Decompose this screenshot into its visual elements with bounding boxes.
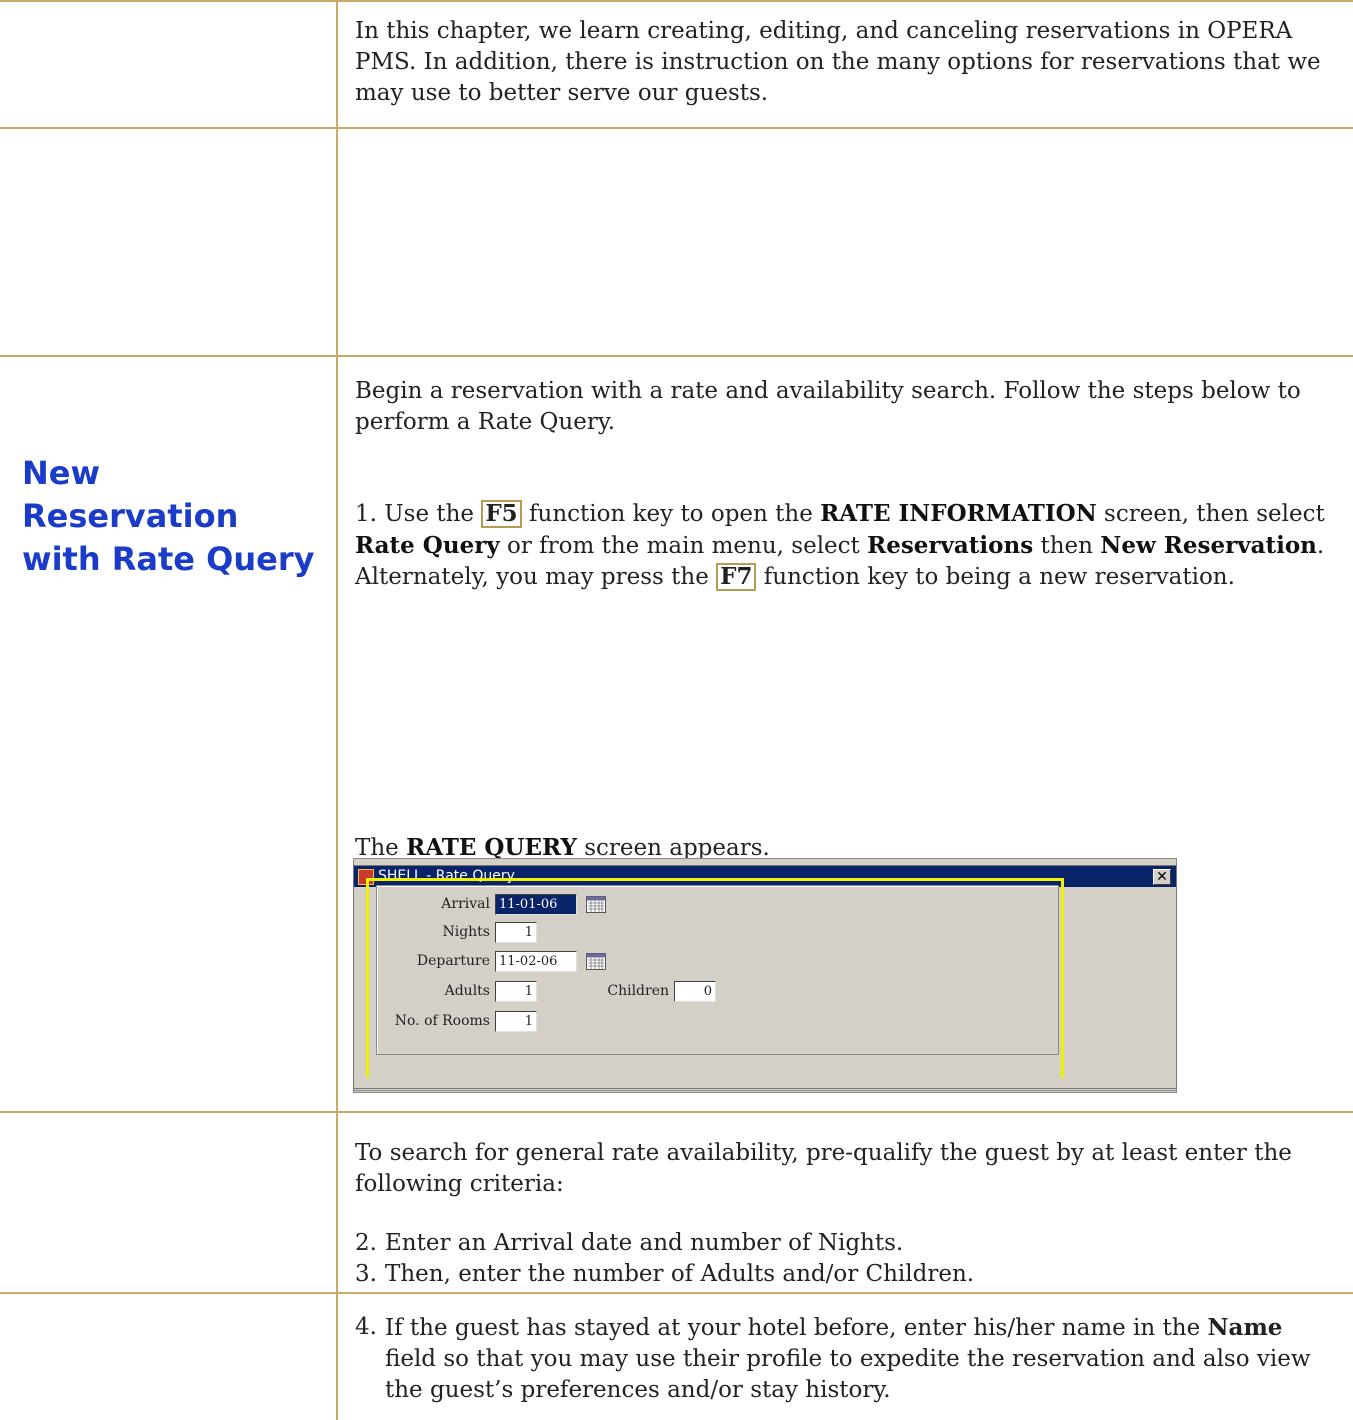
children-input[interactable]: 0	[674, 981, 716, 1002]
departure-input[interactable]: 11-02-06	[495, 951, 577, 972]
children-label: Children	[607, 983, 669, 999]
lead-paragraph: Begin a reservation with a rate and avai…	[355, 378, 1301, 435]
adults-label: Adults	[444, 983, 490, 999]
departure-label: Departure	[416, 953, 490, 969]
arrival-input[interactable]: 11-01-06	[495, 894, 577, 915]
close-icon[interactable]: ✕	[1153, 869, 1171, 885]
step-4: 4. If the guest has stayed at your hotel …	[355, 1312, 1335, 1406]
section-heading: New Reservation with Rate Query	[22, 454, 315, 578]
nights-label: Nights	[442, 924, 490, 940]
table-rule	[0, 0, 1353, 2]
nights-input[interactable]: 1	[495, 922, 537, 943]
list-item: 4. If the guest has stayed at your hotel …	[355, 1314, 1311, 1403]
f5-key: F5	[481, 500, 522, 528]
table-rule	[0, 355, 1353, 357]
adults-input[interactable]: 1	[495, 981, 537, 1002]
rooms-label: No. of Rooms	[394, 1013, 490, 1029]
table-rule	[0, 1111, 1353, 1113]
criteria-steps: 2. Enter an Arrival date and number of Ni…	[355, 1228, 1335, 1290]
criteria-paragraph: To search for general rate availability,…	[355, 1140, 1292, 1197]
table-rule	[0, 1292, 1353, 1294]
form-body: Arrival 11-01-06 Nights 1 Departure 11-0…	[353, 878, 1177, 1089]
arrival-label: Arrival	[441, 896, 490, 912]
table-rule	[0, 127, 1353, 129]
step-1-paragraph: 1. Use the F5 function key to open the R…	[355, 500, 1325, 591]
intro-paragraph: In this chapter, we learn creating, edit…	[355, 18, 1321, 106]
f7-key: F7	[716, 563, 757, 591]
list-item: 2. Enter an Arrival date and number of Ni…	[355, 1230, 904, 1256]
calendar-icon[interactable]	[586, 896, 606, 913]
table-column-divider	[336, 0, 338, 1420]
calendar-icon[interactable]	[586, 953, 606, 970]
rooms-input[interactable]: 1	[495, 1011, 537, 1032]
list-item: 3. Then, enter the number of Adults and/o…	[355, 1261, 975, 1287]
